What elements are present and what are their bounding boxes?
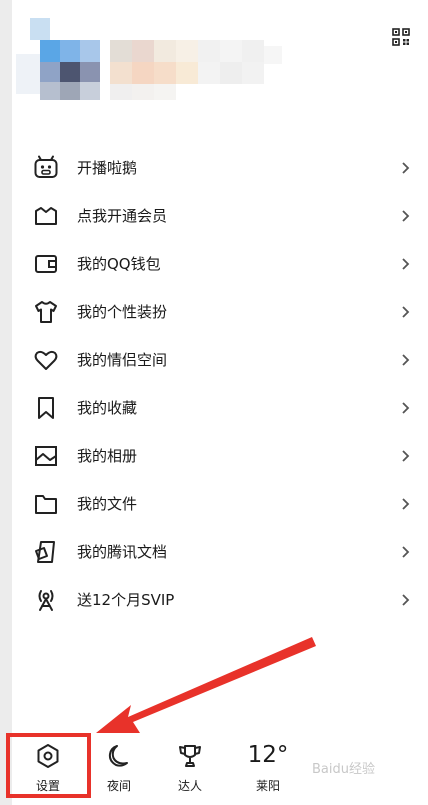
name-pixel — [264, 46, 282, 64]
expert-button[interactable]: 达人 — [160, 730, 220, 800]
name-pixel — [154, 62, 176, 84]
chevron-right-icon — [402, 594, 410, 606]
menu-item-label: 我的腾讯文档 — [77, 543, 168, 561]
chevron-right-icon — [402, 354, 410, 366]
name-pixel — [176, 62, 198, 84]
weather-city: 莱阳 — [255, 779, 280, 793]
avatar-pixel — [40, 40, 60, 62]
settings-highlight-box — [6, 733, 91, 798]
menu-item-label: 点我开通会员 — [77, 207, 168, 225]
menu-item-label: 我的文件 — [77, 495, 138, 513]
crown-icon — [35, 207, 57, 225]
avatar-pixel — [16, 54, 40, 94]
chevron-right-icon — [402, 546, 410, 558]
chevron-right-icon — [402, 162, 410, 174]
name-pixel — [242, 62, 264, 84]
avatar-pixel — [80, 82, 100, 100]
avatar-pixel — [60, 82, 80, 100]
name-pixel — [154, 84, 176, 100]
menu-item-couple-space[interactable]: 我的情侣空间 — [0, 336, 428, 384]
avatar-pixel — [40, 62, 60, 82]
night-mode-button[interactable]: 夜间 — [89, 730, 149, 800]
menu-item-tencent-docs[interactable]: 我的腾讯文档 — [0, 528, 428, 576]
menu-item-vip[interactable]: 点我开通会员 — [0, 192, 428, 240]
menu-item-personalization[interactable]: 我的个性装扮 — [0, 288, 428, 336]
avatar-pixel — [80, 62, 100, 82]
menu-item-label: 我的个性装扮 — [77, 303, 168, 321]
avatar-pixel — [80, 40, 100, 62]
expert-label: 达人 — [177, 779, 202, 793]
menu-item-live[interactable]: 开播啦鹅 — [0, 144, 428, 192]
name-pixel — [176, 40, 198, 62]
menu-item-wallet[interactable]: 我的QQ钱包 — [0, 240, 428, 288]
broadcast-icon — [38, 590, 54, 611]
menu-item-gift-svip[interactable]: 送12个月SVIP — [0, 576, 428, 624]
avatar-pixel — [60, 62, 80, 82]
menu-item-album[interactable]: 我的相册 — [0, 432, 428, 480]
menu-item-label: 开播啦鹅 — [77, 159, 138, 177]
avatar-pixel — [30, 18, 50, 40]
name-pixel — [132, 84, 154, 100]
name-pixel — [110, 62, 132, 84]
bookmark-icon — [38, 397, 54, 419]
name-pixel — [132, 62, 154, 84]
folder-icon — [35, 495, 57, 514]
name-pixel — [154, 40, 176, 62]
chevron-right-icon — [402, 498, 410, 510]
qr-code-icon[interactable] — [392, 28, 410, 46]
chevron-right-icon — [402, 210, 410, 222]
chevron-right-icon — [402, 258, 410, 270]
menu-item-label: 我的情侣空间 — [77, 351, 168, 369]
name-pixel — [198, 40, 220, 62]
avatar-pixel — [40, 82, 60, 100]
menu-item-favorites[interactable]: 我的收藏 — [0, 384, 428, 432]
profile-header[interactable] — [12, 10, 302, 105]
night-label: 夜间 — [106, 779, 131, 793]
tv-mascot-icon — [34, 155, 58, 178]
photo-icon — [35, 446, 57, 466]
chevron-right-icon — [402, 402, 410, 414]
watermark: Baidu经验 — [312, 762, 375, 777]
menu-item-label: 我的相册 — [77, 447, 138, 465]
name-pixel — [220, 62, 242, 84]
avatar-pixel — [60, 40, 80, 62]
name-pixel — [242, 40, 264, 62]
menu-item-label: 我的QQ钱包 — [77, 255, 161, 273]
chevron-right-icon — [402, 306, 410, 318]
menu-item-label: 我的收藏 — [77, 399, 138, 417]
heart-icon — [34, 350, 58, 370]
moon-icon — [108, 745, 128, 767]
name-pixel — [110, 40, 132, 62]
name-pixel — [198, 62, 220, 84]
tshirt-icon — [35, 301, 57, 323]
menu-item-label: 送12个月SVIP — [77, 591, 175, 609]
name-pixel — [132, 40, 154, 62]
name-pixel — [220, 40, 242, 62]
chevron-right-icon — [402, 450, 410, 462]
wallet-icon — [35, 255, 57, 273]
weather-widget[interactable]: 12° 莱阳 — [238, 730, 298, 800]
trophy-icon — [179, 745, 201, 767]
menu-item-files[interactable]: 我的文件 — [0, 480, 428, 528]
name-pixel — [110, 84, 132, 100]
document-icon — [35, 541, 55, 563]
weather-temperature: 12° — [247, 742, 289, 768]
